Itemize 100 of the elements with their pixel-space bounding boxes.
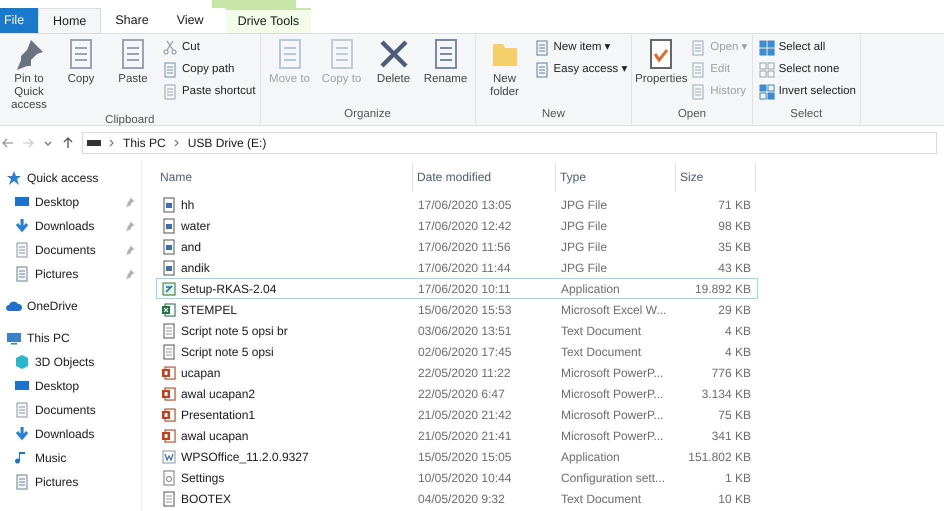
file-icon	[161, 322, 177, 338]
spreadsheet-icon	[161, 302, 177, 318]
type-cell-text: Text Document	[560, 344, 642, 360]
file-row[interactable]: Presentation1 21/05/2020 21:42 Microsoft PowerP... 75 KB	[156, 404, 758, 425]
file-row[interactable]: hh 17/06/2020 13:05 JPG File 71 KB	[156, 194, 758, 215]
monitor-icon	[6, 330, 22, 346]
type-cell-text: JPG File	[560, 260, 608, 276]
file-row[interactable]: Settings 10/05/2020 10:44 Configuration sett... 1 KB	[156, 467, 758, 488]
breadcrumb[interactable]: This PC	[123, 134, 166, 152]
nav-item[interactable]: Documents	[0, 398, 141, 422]
ribbon-tab[interactable]: Drive Tools	[226, 8, 312, 33]
ribbon-button[interactable]: Easy access ▾	[534, 60, 628, 79]
date-cell-text: 17/06/2020 11:56	[417, 238, 512, 256]
type-cell-text: JPG File	[560, 196, 608, 214]
date-cell-text: 21/05/2020 21:41	[417, 428, 512, 444]
file-name: awal ucapan	[181, 428, 248, 444]
ribbon-button[interactable]: Cut	[162, 38, 256, 57]
column-header[interactable]: Type	[556, 162, 676, 192]
file-row[interactable]: Script note 5 opsi 02/06/2020 17:45 Text Document 4 KB	[156, 341, 758, 362]
file-name: and	[181, 238, 202, 256]
back-arrow-icon[interactable]	[2, 137, 14, 149]
ribbon-button[interactable]: Rename	[420, 38, 471, 106]
nav-item[interactable]: Downloads	[0, 422, 141, 446]
nav-item[interactable]: Desktop	[0, 374, 141, 398]
file-row[interactable]: STEMPEL 15/06/2020 15:53 Microsoft Excel W... 29 KB	[156, 299, 758, 320]
column-header[interactable]: Size	[676, 162, 756, 192]
ribbon-button[interactable]: Pin to Quick access	[4, 38, 54, 112]
breadcrumb[interactable]: USB Drive (E:)	[188, 134, 266, 152]
nav-item[interactable]: Music	[0, 446, 141, 470]
size-cell-text: 43 KB	[717, 260, 752, 276]
size-cell-text: 341 KB	[710, 428, 752, 444]
date-cell-text: 04/05/2020 9:32	[417, 490, 506, 508]
scissors-icon	[162, 40, 178, 56]
column-header[interactable]: Date modified	[413, 162, 556, 192]
nav-item[interactable]: Quick access	[0, 166, 141, 190]
nav-item[interactable]: 3D Objects	[0, 350, 141, 374]
type-cell-text: JPG File	[560, 238, 608, 256]
ribbon-button[interactable]: Properties	[636, 38, 686, 106]
ribbon-button[interactable]: Select none	[758, 60, 856, 79]
nav-item[interactable]: Desktop	[0, 190, 141, 214]
file-row[interactable]: awal ucapan2 22/05/2020 6:47 Microsoft PowerP... 3.134 KB	[156, 383, 758, 404]
ribbon-tab[interactable]: Share	[101, 8, 163, 33]
type-cell-text: Application	[560, 280, 621, 298]
address-bar[interactable]: This PC USB Drive (E:)	[82, 132, 937, 154]
presentation-icon	[161, 364, 177, 380]
ribbon-button[interactable]: New folder	[480, 38, 530, 106]
nav-item[interactable]: Downloads	[0, 214, 141, 238]
up-arrow-icon[interactable]	[62, 137, 74, 149]
file-row[interactable]: awal ucapan 21/05/2020 21:41 Microsoft PowerP... 341 KB	[156, 425, 758, 446]
ribbon-button[interactable]: Paste shortcut	[162, 82, 256, 101]
app-icon	[161, 448, 177, 464]
file-row[interactable]: andik 17/06/2020 11:44 JPG File 43 KB	[156, 257, 758, 278]
ribbon-tab[interactable]: Home	[38, 8, 102, 33]
nav-item[interactable]: This PC	[0, 326, 141, 350]
type-cell-text: Microsoft Excel W...	[560, 302, 668, 318]
file-name: Settings	[181, 470, 224, 486]
date-cell-text: 17/06/2020 13:05	[417, 196, 512, 214]
file-name: Presentation1	[181, 406, 256, 424]
size-cell-text: 98 KB	[717, 218, 752, 234]
chevron-right-icon	[174, 139, 180, 147]
file-row[interactable]: BOOTEX 04/05/2020 9:32 Text Document 10 KB	[156, 488, 758, 509]
x-icon	[378, 38, 410, 70]
file-name: water	[181, 218, 210, 234]
download-arrow-icon	[14, 218, 30, 234]
size-cell-text: 776 KB	[710, 364, 752, 382]
ribbon-button[interactable]: Invert selection	[758, 82, 856, 101]
nav-item[interactable]: Pictures	[0, 470, 141, 494]
file-name: BOOTEX	[181, 490, 232, 508]
file-name: Script note 5 opsi br	[181, 322, 288, 340]
ribbon-button[interactable]: New item ▾	[534, 38, 628, 57]
image-file-icon	[161, 196, 177, 212]
date-cell-text: 21/05/2020 21:42	[417, 406, 512, 424]
image-file-icon	[161, 238, 177, 254]
ribbon-tab[interactable]: File	[0, 8, 38, 33]
date-cell-text: 17/06/2020 10:11	[417, 280, 512, 298]
ribbon-button[interactable]: Paste	[108, 38, 158, 112]
ribbon-button[interactable]: Delete	[368, 38, 419, 106]
nav-item[interactable]: Pictures	[0, 262, 141, 286]
star-icon	[6, 170, 22, 186]
size-cell-text: 29 KB	[717, 302, 752, 318]
ribbon-button[interactable]: Select all	[758, 38, 856, 57]
date-cell-text: 22/05/2020 11:22	[417, 364, 512, 382]
group-label: New	[540, 106, 566, 122]
type-cell-text: Text Document	[560, 322, 642, 340]
nav-item[interactable]: Documents	[0, 238, 141, 262]
size-cell-text: 10 KB	[717, 490, 752, 508]
file-row[interactable]: ucapan 22/05/2020 11:22 Microsoft PowerP... 776 KB	[156, 362, 758, 383]
ribbon-button[interactable]: Copy path	[162, 60, 256, 79]
file-row[interactable]: and 17/06/2020 11:56 JPG File 35 KB	[156, 236, 758, 257]
ribbon-tab[interactable]: View	[162, 8, 218, 33]
file-row[interactable]: WPSOffice_11.2.0.9327 15/05/2020 15:05 Application 151.802 KB	[156, 446, 758, 467]
presentation-icon	[161, 406, 177, 422]
file-row[interactable]: Setup-RKAS-2.04 17/06/2020 10:11 Application 19.892 KB	[156, 278, 758, 299]
file-row[interactable]: Script note 5 opsi br 03/06/2020 13:51 Text Document 4 KB	[156, 320, 758, 341]
settings-file-icon	[161, 470, 177, 486]
file-row[interactable]: water 17/06/2020 12:42 JPG File 98 KB	[156, 215, 758, 236]
type-cell-text: Configuration sett...	[560, 470, 666, 486]
nav-item[interactable]: OneDrive	[0, 294, 141, 318]
column-header[interactable]: Name	[156, 162, 413, 192]
ribbon-button[interactable]: Copy	[56, 38, 106, 112]
